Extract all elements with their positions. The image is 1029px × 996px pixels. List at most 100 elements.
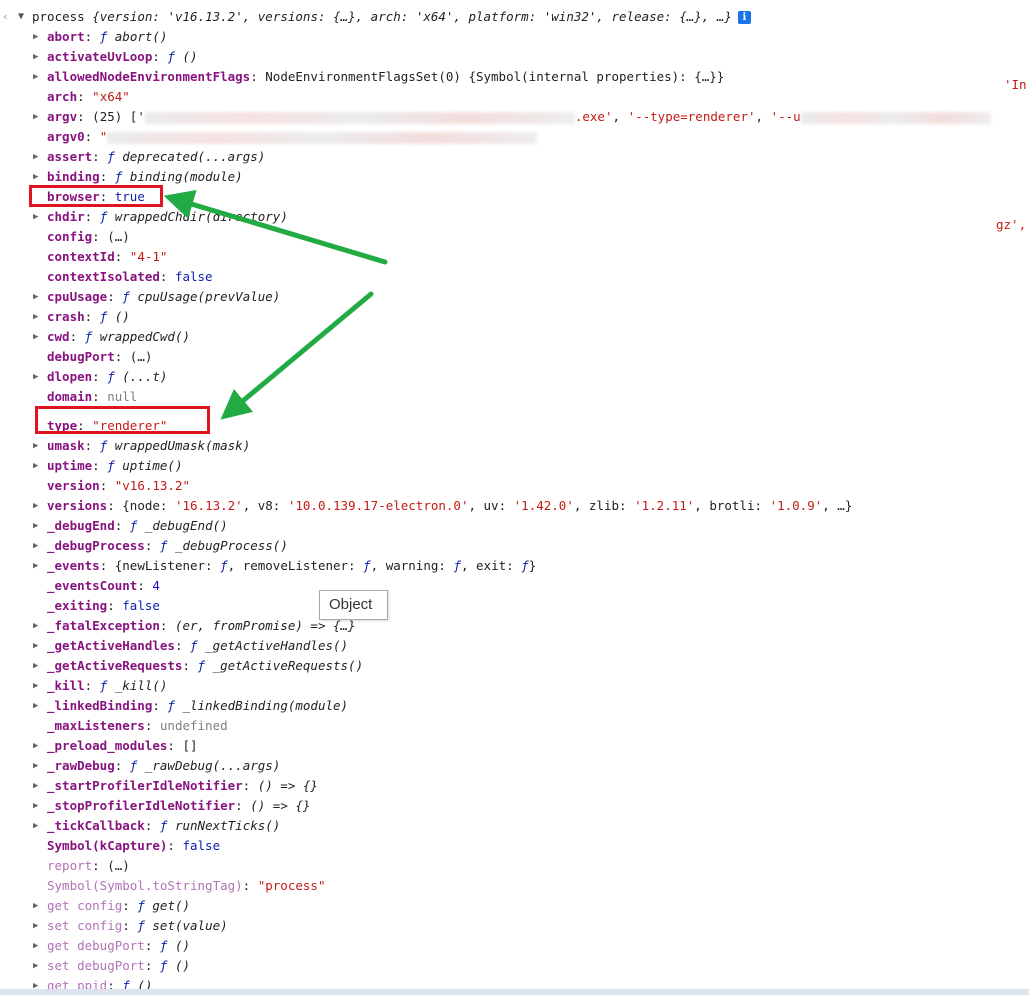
triangle-right-icon[interactable]: ▶ bbox=[33, 307, 38, 327]
triangle-right-icon[interactable]: ▶ bbox=[33, 696, 38, 716]
triangle-right-icon[interactable]: ▶ bbox=[33, 896, 38, 916]
triangle-right-icon[interactable]: ▶ bbox=[33, 656, 38, 676]
triangle-right-icon[interactable]: ▶ bbox=[33, 956, 38, 976]
property-value: get() bbox=[152, 898, 191, 913]
triangle-right-icon[interactable]: ▶ bbox=[33, 496, 38, 516]
property-value: NodeEnvironmentFlagsSet(0) {Symbol(inter… bbox=[265, 69, 725, 84]
property-value: undefined bbox=[159, 718, 228, 733]
property-line: _getActiveHandles: ƒ _getActiveHandles() bbox=[47, 638, 349, 653]
property-key: _linkedBinding bbox=[47, 698, 153, 713]
triangle-right-icon[interactable]: ▶ bbox=[33, 636, 38, 656]
property-key: contextId bbox=[47, 249, 115, 264]
property-value: ƒ bbox=[159, 818, 175, 833]
property-line: get debugPort: ƒ () bbox=[47, 938, 191, 953]
property-value: _rawDebug(...args) bbox=[144, 758, 281, 773]
property-value: {node: bbox=[122, 498, 175, 513]
property-value: '10.0.139.17-electron.0' bbox=[287, 498, 469, 513]
triangle-right-icon[interactable]: ▶ bbox=[33, 736, 38, 756]
property-value: false bbox=[182, 838, 221, 853]
property-value: _debugProcess() bbox=[174, 538, 288, 553]
triangle-right-icon[interactable]: ▶ bbox=[33, 207, 38, 227]
property-line: _exiting: false bbox=[47, 598, 160, 613]
property-value: _linkedBinding(module) bbox=[182, 698, 349, 713]
property-value: ƒ bbox=[521, 558, 529, 573]
property-line: binding: ƒ binding(module) bbox=[47, 169, 243, 184]
triangle-right-icon[interactable]: ▶ bbox=[33, 536, 38, 556]
triangle-right-icon[interactable]: ▶ bbox=[33, 456, 38, 476]
triangle-right-icon[interactable]: ▶ bbox=[33, 756, 38, 776]
triangle-right-icon[interactable]: ▶ bbox=[33, 167, 38, 187]
property-value: () => {} bbox=[257, 778, 318, 793]
triangle-right-icon[interactable]: ▶ bbox=[33, 67, 38, 87]
property-key: domain bbox=[47, 389, 93, 404]
property-key: report bbox=[47, 858, 93, 873]
triangle-right-icon[interactable]: ▶ bbox=[33, 676, 38, 696]
property-value: false bbox=[174, 269, 213, 284]
triangle-right-icon[interactable]: ▶ bbox=[33, 816, 38, 836]
triangle-right-icon[interactable]: ▶ bbox=[33, 936, 38, 956]
property-value: () bbox=[114, 309, 130, 324]
property-value: , exit: bbox=[460, 558, 522, 573]
triangle-right-icon[interactable]: ▶ bbox=[33, 287, 38, 307]
property-key: versions bbox=[47, 498, 108, 513]
triangle-right-icon[interactable]: ▶ bbox=[33, 796, 38, 816]
property-value: () => {} bbox=[250, 798, 311, 813]
property-key: argv0 bbox=[47, 129, 85, 144]
triangle-right-icon[interactable]: ▶ bbox=[33, 27, 38, 47]
property-value: [] bbox=[182, 738, 198, 753]
triangle-down-icon[interactable]: ▼ bbox=[18, 7, 24, 27]
property-value: ƒ bbox=[84, 329, 100, 344]
annotation-arrow-to-type bbox=[220, 291, 374, 420]
chevron-left-icon: ‹ bbox=[2, 10, 9, 23]
property-value: ƒ bbox=[453, 558, 461, 573]
property-value: ƒ bbox=[107, 149, 123, 164]
property-line: report: (…) bbox=[47, 858, 130, 873]
property-line: crash: ƒ () bbox=[47, 309, 130, 324]
info-icon[interactable]: i bbox=[737, 11, 751, 24]
object-preview: {version: 'v16.13.2', versions: {…}, arc… bbox=[92, 9, 732, 24]
triangle-right-icon[interactable]: ▶ bbox=[33, 776, 38, 796]
horizontal-scrollbar[interactable] bbox=[0, 989, 1029, 995]
triangle-right-icon[interactable]: ▶ bbox=[33, 516, 38, 536]
triangle-right-icon[interactable]: ▶ bbox=[33, 436, 38, 456]
property-value: ƒ bbox=[159, 958, 175, 973]
property-line: config: (…) bbox=[47, 229, 130, 244]
triangle-right-icon[interactable]: ▶ bbox=[33, 556, 38, 576]
triangle-right-icon[interactable]: ▶ bbox=[33, 147, 38, 167]
property-line: contextIsolated: false bbox=[47, 269, 213, 284]
triangle-right-icon[interactable]: ▶ bbox=[33, 107, 38, 127]
triangle-right-icon[interactable]: ▶ bbox=[33, 616, 38, 636]
property-key: config bbox=[47, 229, 93, 244]
property-value: _debugEnd() bbox=[144, 518, 228, 533]
property-value: uptime() bbox=[122, 458, 183, 473]
annotation-box-type bbox=[35, 406, 210, 434]
property-value: "v16.13.2" bbox=[114, 478, 191, 493]
triangle-right-icon[interactable]: ▶ bbox=[33, 367, 38, 387]
triangle-right-icon[interactable]: ▶ bbox=[33, 916, 38, 936]
clipped-text-fragment: 'In bbox=[1004, 77, 1027, 92]
property-key: abort bbox=[47, 29, 85, 44]
triangle-right-icon[interactable]: ▶ bbox=[33, 327, 38, 347]
object-tooltip: Object bbox=[319, 590, 388, 620]
property-value: , warning: bbox=[370, 558, 454, 573]
property-line: Symbol(Symbol.toStringTag): "process" bbox=[47, 878, 326, 893]
property-value: (…) bbox=[107, 229, 130, 244]
property-value: 4 bbox=[152, 578, 160, 593]
property-value: (…) bbox=[129, 349, 153, 364]
property-key: cpuUsage bbox=[47, 289, 108, 304]
property-value: ƒ bbox=[107, 369, 123, 384]
property-line: _kill: ƒ _kill() bbox=[47, 678, 168, 693]
property-value: , bbox=[755, 109, 771, 124]
property-value: () bbox=[174, 938, 191, 953]
property-line: _events: {newListener: ƒ, removeListener… bbox=[47, 558, 537, 573]
property-value: (...t) bbox=[122, 369, 168, 384]
property-key: _kill bbox=[47, 678, 85, 693]
annotation-box-browser bbox=[29, 185, 163, 207]
property-key: contextIsolated bbox=[47, 269, 160, 284]
property-value: {newListener: bbox=[114, 558, 221, 573]
property-value: false bbox=[122, 598, 160, 613]
triangle-right-icon[interactable]: ▶ bbox=[33, 47, 38, 67]
property-line: _debugProcess: ƒ _debugProcess() bbox=[47, 538, 288, 553]
property-key: _exiting bbox=[47, 598, 108, 613]
property-key: _rawDebug bbox=[47, 758, 115, 773]
